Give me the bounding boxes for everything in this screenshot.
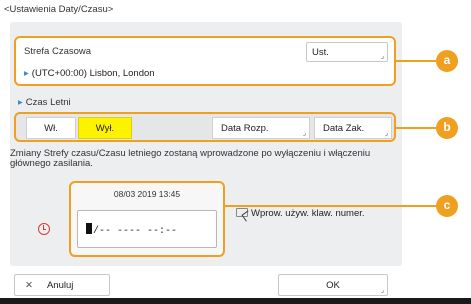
keyboard-icon [236, 208, 248, 217]
dst-start-date-label: Data Rozp. [221, 123, 269, 134]
dst-end-date-label: Data Zak. [323, 123, 365, 134]
callout-b-line [396, 127, 438, 129]
dst-section: Wł. Wył. Data Rozp. ⌟ Data Zak. ⌟ [14, 112, 396, 142]
numeric-keyboard-label: Wprow. używ. klaw. numer. [251, 208, 365, 219]
corner-arrow-icon: ⌟ [380, 53, 384, 60]
arrow-right-icon: ▸ [24, 68, 29, 79]
corner-arrow-icon: ⌟ [380, 287, 384, 294]
corner-arrow-icon: ⌟ [384, 130, 388, 137]
dst-on-button[interactable]: Wł. [26, 117, 76, 139]
timezone-section: Strefa Czasowa Ust. ⌟ ▸ (UTC+00:00) Lisbo… [14, 36, 396, 86]
restart-notice: Zmiany Strefy czasu/Czasu letniego zosta… [10, 148, 371, 169]
timezone-set-label: Ust. [312, 47, 329, 58]
dst-off-button[interactable]: Wył. [78, 117, 132, 139]
datetime-input[interactable]: /-- ---- --:-- [77, 210, 217, 248]
arrow-right-icon: ▸ [18, 97, 23, 108]
corner-arrow-icon: ⌟ [302, 130, 306, 137]
datetime-input-value: /-- ---- --:-- [93, 226, 178, 237]
timezone-label: Strefa Czasowa [24, 46, 92, 57]
callout-a-line [396, 60, 438, 62]
page-title: <Ustawienia Daty/Czasu> [4, 4, 114, 15]
callout-b: b [436, 117, 458, 139]
current-datetime: 08/03 2019 13:45 [113, 189, 181, 199]
callout-a: a [436, 50, 458, 72]
callout-c-line [225, 205, 437, 207]
close-icon: ✕ [25, 280, 33, 291]
timezone-set-button[interactable]: Ust. ⌟ [306, 42, 388, 62]
numeric-keyboard-button[interactable]: Wprow. używ. klaw. numer. [236, 208, 365, 219]
text-cursor [86, 223, 92, 234]
timezone-value-text: (UTC+00:00) Lisbon, London [31, 68, 155, 79]
cancel-button[interactable]: ✕ Anuluj [14, 274, 110, 296]
clock-icon [38, 223, 50, 235]
cancel-label: Anuluj [46, 280, 74, 291]
dst-heading: ▸ Czas Letni [18, 97, 71, 108]
callout-c: c [436, 195, 458, 217]
ok-label: OK [326, 280, 340, 291]
dst-label: Czas Letni [25, 97, 71, 108]
dst-start-date-button[interactable]: Data Rozp. ⌟ [212, 117, 310, 139]
timezone-value: ▸ (UTC+00:00) Lisbon, London [24, 68, 155, 79]
datetime-section: 08/03 2019 13:45 /-- ---- --:-- [69, 181, 225, 257]
bottom-bar [0, 298, 471, 304]
dst-end-date-button[interactable]: Data Zak. ⌟ [314, 117, 392, 139]
ok-button[interactable]: OK ⌟ [278, 274, 388, 296]
